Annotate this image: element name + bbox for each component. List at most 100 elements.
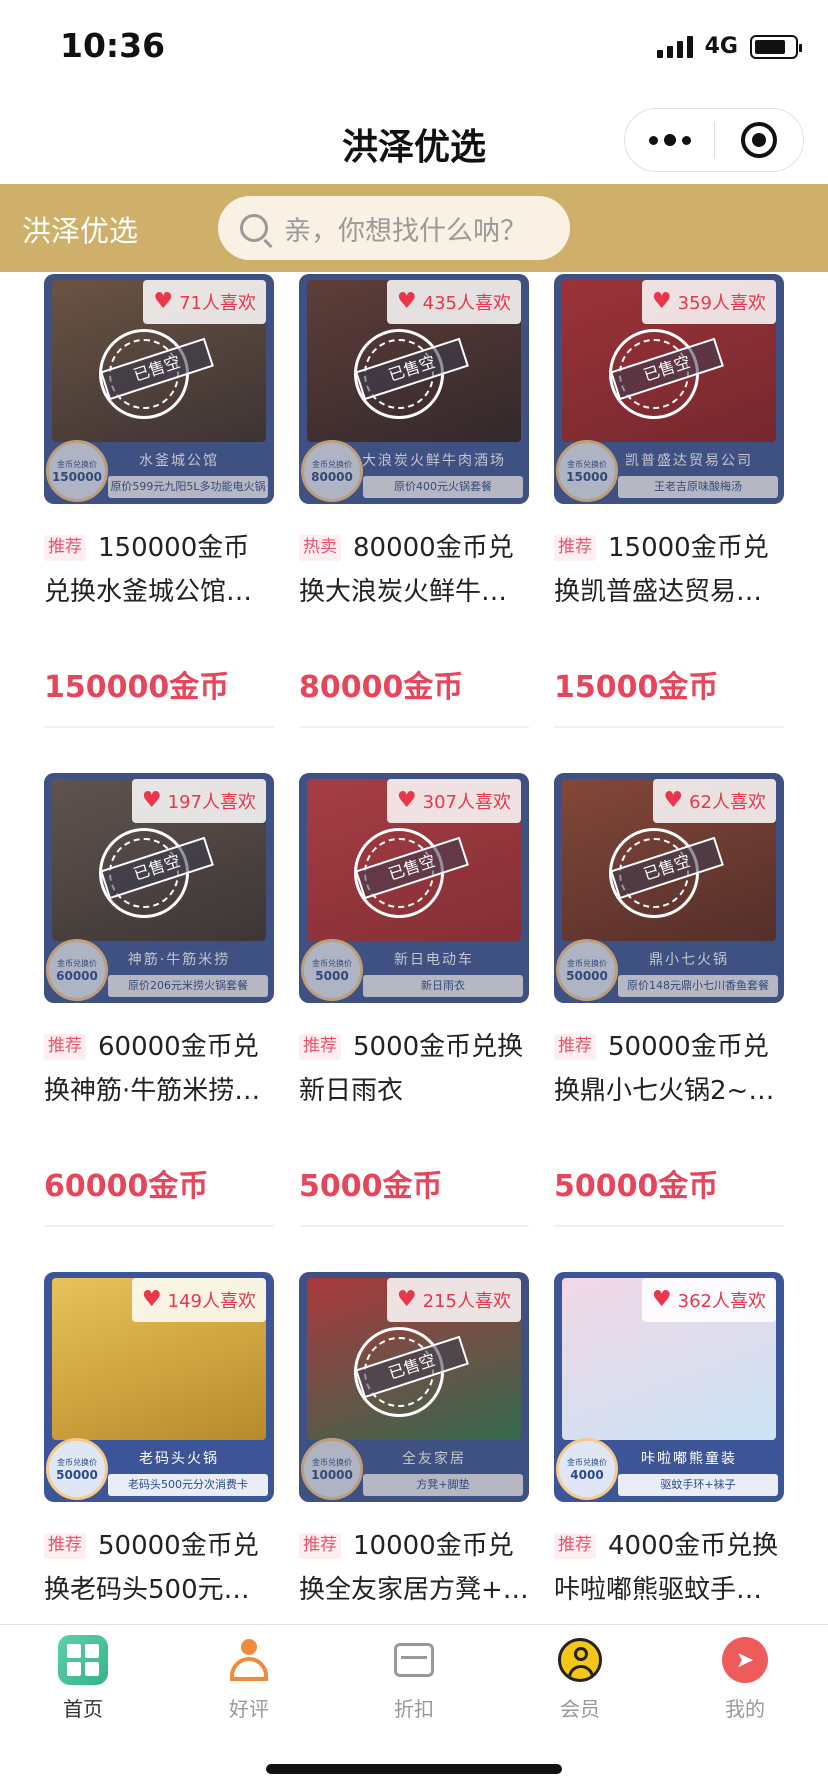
card-divider bbox=[299, 1225, 529, 1227]
likes-count: 215人喜欢 bbox=[422, 1291, 511, 1312]
product-card[interactable]: 全友家居 方凳+脚垫 金币兑换价 10000 已售空 ♥ 215人喜欢推荐 10000金币兑换… bbox=[299, 1272, 529, 1624]
product-price: 80000金币 bbox=[299, 670, 464, 705]
product-title[interactable]: 推荐50000金币兑换老码头500元分次消费卡 bbox=[44, 1524, 274, 1612]
likes-badge: ♥ 435人喜欢 bbox=[386, 280, 521, 324]
target-icon bbox=[740, 122, 777, 158]
product-image[interactable]: 神筋·牛筋米捞 原价206元米捞火锅套餐 金币兑换价 60000 已售空 ♥ 197人喜欢 bbox=[44, 773, 274, 1003]
coin-badge-value: 50000 bbox=[56, 1467, 98, 1482]
product-image[interactable]: 大浪炭火鲜牛肉酒场 原价400元火锅套餐 金币兑换价 80000 已售空 ♥ 435人喜欢 bbox=[299, 274, 529, 504]
product-tag: 推荐 bbox=[554, 1533, 596, 1559]
search-icon bbox=[240, 214, 268, 242]
product-price: 5000金币 bbox=[299, 1169, 443, 1204]
product-title[interactable]: 热卖80000金币兑换大浪炭火鲜牛肉火锅套餐 bbox=[299, 526, 529, 614]
tab-member[interactable]: 会员 bbox=[497, 1635, 663, 1722]
product-price: 60000金币 bbox=[44, 1169, 209, 1204]
product-title[interactable]: 推荐 5000金币兑换新日雨衣 bbox=[299, 1025, 529, 1113]
home-indicator bbox=[266, 1764, 562, 1774]
heart-icon: ♥ bbox=[396, 1287, 417, 1312]
card-divider bbox=[299, 726, 529, 728]
close-button[interactable] bbox=[715, 109, 803, 171]
search-placeholder: 亲，你想找什么呐？ bbox=[284, 215, 527, 247]
coin-badge-value: 4000 bbox=[570, 1467, 604, 1482]
product-price: 50000金币 bbox=[554, 1169, 719, 1204]
product-title[interactable]: 推荐60000金币兑换神筋·牛筋米捞火锅套餐 bbox=[44, 1025, 274, 1113]
product-image[interactable]: 咔啦嘟熊童装 驱蚊手环+袜子 金币兑换价 4000 ♥ 362人喜欢 bbox=[554, 1272, 784, 1502]
brand-label: 洪泽优选 bbox=[22, 214, 139, 248]
likes-count: 362人喜欢 bbox=[677, 1291, 766, 1312]
status-indicators: 4G bbox=[656, 34, 802, 59]
product-title[interactable]: 推荐150000金币兑换水釜城公馆多功能电火锅 bbox=[44, 526, 274, 614]
image-subcaption: 驱蚊手环+袜子 bbox=[618, 1474, 778, 1496]
paper-plane-icon: ➤ bbox=[722, 1637, 768, 1683]
tab-label: 折扣 bbox=[394, 1697, 434, 1721]
discount-box-icon bbox=[394, 1643, 434, 1677]
product-image[interactable]: 水釜城公馆 原价599元九阳5L多功能电火锅 金币兑换价 150000 已售空 ♥ 71人喜… bbox=[44, 274, 274, 504]
heart-icon: ♥ bbox=[396, 788, 417, 813]
tab-mine[interactable]: ➤ 我的 bbox=[662, 1635, 828, 1722]
card-divider bbox=[554, 1225, 784, 1227]
card-divider bbox=[554, 726, 784, 728]
product-title[interactable]: 推荐15000金币兑换凯普盛达贸易王老吉原味酸梅汤 bbox=[554, 526, 784, 614]
coin-badge-label: 金币兑换价 bbox=[567, 1457, 607, 1467]
heart-icon: ♥ bbox=[663, 788, 684, 813]
mini-program-capsule bbox=[624, 108, 804, 172]
product-card[interactable]: 咔啦嘟熊童装 驱蚊手环+袜子 金币兑换价 4000 ♥ 362人喜欢 推荐 4000金币兑换咔… bbox=[554, 1272, 784, 1624]
more-button[interactable] bbox=[625, 109, 714, 171]
likes-count: 359人喜欢 bbox=[677, 293, 766, 314]
search-input[interactable]: 亲，你想找什么呐？ bbox=[218, 196, 570, 260]
product-image[interactable]: 全友家居 方凳+脚垫 金币兑换价 10000 已售空 ♥ 215人喜欢 bbox=[299, 1272, 529, 1502]
product-card[interactable]: 水釜城公馆 原价599元九阳5L多功能电火锅 金币兑换价 150000 已售空 ♥ 71人喜… bbox=[44, 274, 274, 728]
card-divider bbox=[44, 726, 274, 728]
likes-count: 307人喜欢 bbox=[422, 792, 511, 813]
product-card[interactable]: 凯普盛达贸易公司 王老吉原味酸梅汤 金币兑换价 15000 已售空 ♥ 359人喜欢 推荐 15… bbox=[554, 274, 784, 728]
product-card[interactable]: 鼎小七火锅 原价148元鼎小七川香鱼套餐 金币兑换价 50000 已售空 ♥ 62人喜欢推荐… bbox=[554, 773, 784, 1227]
likes-badge: ♥ 362人喜欢 bbox=[641, 1278, 776, 1322]
likes-badge: ♥ 215人喜欢 bbox=[386, 1278, 521, 1322]
likes-badge: ♥ 71人喜欢 bbox=[143, 280, 266, 324]
product-title[interactable]: 推荐50000金币兑换鼎小七火锅2~3人香鱼套餐 bbox=[554, 1025, 784, 1113]
heart-icon: ♥ bbox=[141, 1287, 162, 1312]
likes-badge: ♥ 307人喜欢 bbox=[386, 779, 521, 823]
product-card[interactable]: 新日电动车 新日雨衣 金币兑换价 5000 已售空 ♥ 307人喜欢推荐 5000金币兑换新日… bbox=[299, 773, 529, 1227]
tab-discount[interactable]: 折扣 bbox=[331, 1635, 497, 1722]
product-title[interactable]: 推荐10000金币兑换全友家居方凳+脚垫 bbox=[299, 1524, 529, 1612]
nav-bar: 洪泽优选 bbox=[0, 100, 828, 184]
likes-badge: ♥ 197人喜欢 bbox=[131, 779, 266, 823]
product-price: 15000金币 bbox=[554, 670, 719, 705]
product-price: 150000金币 bbox=[44, 670, 230, 705]
tab-label: 好评 bbox=[229, 1697, 269, 1721]
tab-label: 会员 bbox=[560, 1697, 600, 1721]
likes-count: 435人喜欢 bbox=[422, 293, 511, 314]
product-tag: 推荐 bbox=[554, 1034, 596, 1060]
status-bar: 10:36 4G bbox=[0, 0, 828, 100]
likes-badge: ♥ 62人喜欢 bbox=[653, 779, 776, 823]
home-grid-icon bbox=[58, 1635, 108, 1685]
heart-icon: ♥ bbox=[651, 1287, 672, 1312]
likes-badge: ♥ 149人喜欢 bbox=[131, 1278, 266, 1322]
product-image[interactable]: 凯普盛达贸易公司 王老吉原味酸梅汤 金币兑换价 15000 已售空 ♥ 359人喜欢 bbox=[554, 274, 784, 504]
product-image[interactable]: 新日电动车 新日雨衣 金币兑换价 5000 已售空 ♥ 307人喜欢 bbox=[299, 773, 529, 1003]
product-title[interactable]: 推荐4000金币兑换咔啦嘟熊驱蚊手环+袜子 bbox=[554, 1524, 784, 1612]
tab-home[interactable]: 首页 bbox=[0, 1635, 166, 1722]
product-image[interactable]: 鼎小七火锅 原价148元鼎小七川香鱼套餐 金币兑换价 50000 已售空 ♥ 62人喜欢 bbox=[554, 773, 784, 1003]
product-image[interactable]: 老码头火锅 老码头500元分次消费卡 金币兑换价 50000 ♥ 149人喜欢 bbox=[44, 1272, 274, 1502]
product-tag: 推荐 bbox=[44, 1533, 86, 1559]
likes-count: 62人喜欢 bbox=[689, 792, 766, 813]
heart-icon: ♥ bbox=[396, 289, 417, 314]
search-band: 洪泽优选 亲，你想找什么呐？ bbox=[0, 184, 828, 272]
product-card[interactable]: 神筋·牛筋米捞 原价206元米捞火锅套餐 金币兑换价 60000 已售空 ♥ 197人喜欢推… bbox=[44, 773, 274, 1227]
network-label: 4G bbox=[704, 34, 738, 59]
likes-badge: ♥ 359人喜欢 bbox=[641, 280, 776, 324]
coin-price-badge: 金币兑换价 4000 bbox=[556, 1438, 618, 1500]
tab-label: 首页 bbox=[63, 1697, 103, 1721]
product-card[interactable]: 大浪炭火鲜牛肉酒场 原价400元火锅套餐 金币兑换价 80000 已售空 ♥ 435人喜欢热… bbox=[299, 274, 529, 728]
product-grid: 水釜城公馆 原价599元九阳5L多功能电火锅 金币兑换价 150000 已售空 ♥ 71人喜… bbox=[0, 272, 828, 1624]
coin-price-badge: 金币兑换价 50000 bbox=[46, 1438, 108, 1500]
product-tag: 推荐 bbox=[554, 535, 596, 561]
status-time: 10:36 bbox=[60, 26, 166, 65]
coin-badge-label: 金币兑换价 bbox=[57, 1457, 97, 1467]
tab-reviews[interactable]: 好评 bbox=[166, 1635, 332, 1722]
product-card[interactable]: 老码头火锅 老码头500元分次消费卡 金币兑换价 50000 ♥ 149人喜欢 推荐 5000… bbox=[44, 1272, 274, 1624]
signal-icon bbox=[656, 35, 693, 58]
card-divider bbox=[44, 1225, 274, 1227]
